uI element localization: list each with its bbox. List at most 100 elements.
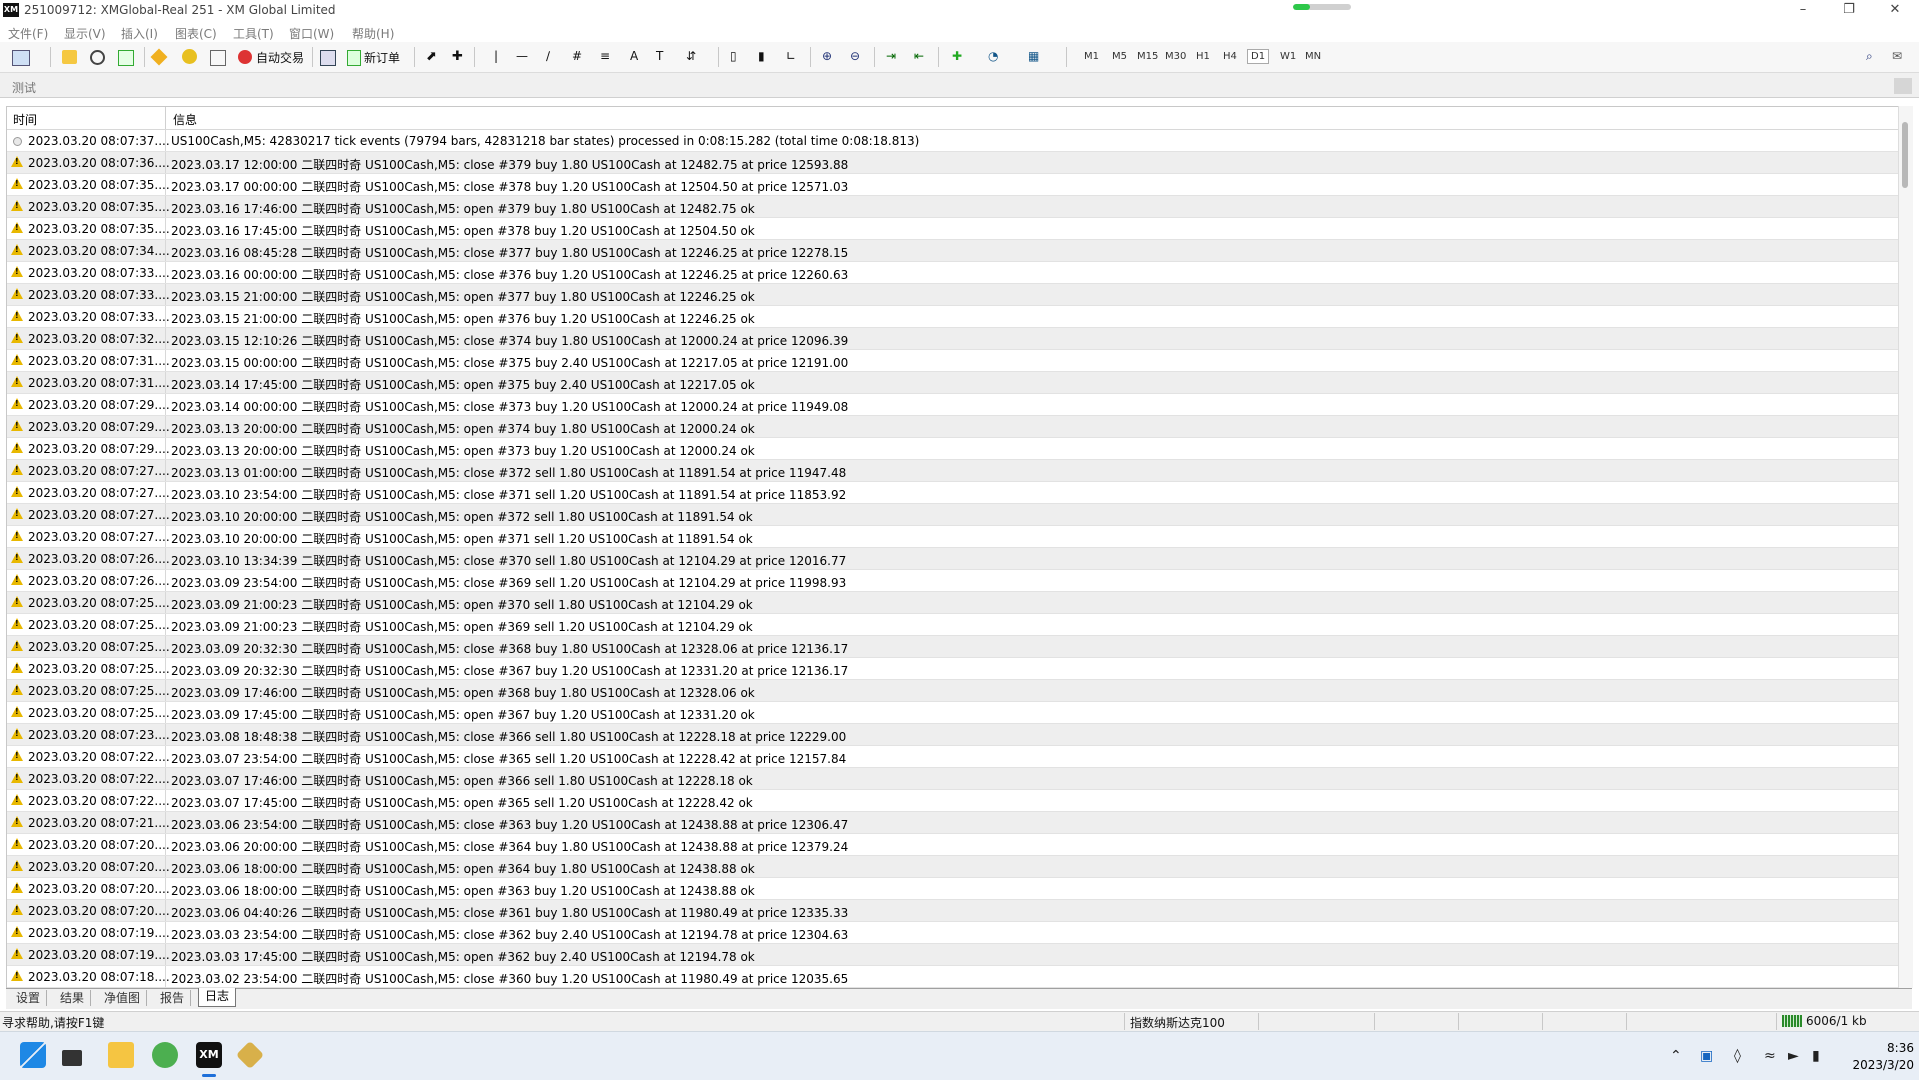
table-row[interactable]: 2023.03.20 08:07:35....2023.03.16 17:45:… xyxy=(7,218,1899,240)
autoscroll-icon[interactable]: ⇥ xyxy=(886,49,896,63)
table-row[interactable]: 2023.03.20 08:07:21....2023.03.06 23:54:… xyxy=(7,812,1899,834)
tab-equity-chart[interactable]: 净值图 xyxy=(98,990,148,1006)
table-row[interactable]: 2023.03.20 08:07:20....2023.03.06 18:00:… xyxy=(7,878,1899,900)
table-row[interactable]: 2023.03.20 08:07:33....2023.03.15 21:00:… xyxy=(7,306,1899,328)
indicators-icon[interactable]: ✚ xyxy=(952,49,962,63)
menu-tools[interactable]: 工具(T) xyxy=(233,25,274,42)
timeframe-m5[interactable]: M5 xyxy=(1112,51,1127,62)
profiles-icon[interactable] xyxy=(62,50,77,64)
table-row[interactable]: 2023.03.20 08:07:27....2023.03.10 20:00:… xyxy=(7,504,1899,526)
chart-shift-icon[interactable]: ⇤ xyxy=(914,49,924,63)
trendline-icon[interactable]: ∕ xyxy=(546,49,550,63)
menu-file[interactable]: 文件(F) xyxy=(8,25,48,42)
table-row[interactable]: 2023.03.20 08:07:31....2023.03.15 00:00:… xyxy=(7,350,1899,372)
tab-settings[interactable]: 设置 xyxy=(10,990,48,1006)
line-chart-icon[interactable]: ∟ xyxy=(786,49,796,63)
chat-icon[interactable]: ✉ xyxy=(1892,49,1902,63)
table-row[interactable]: 2023.03.20 08:07:35....2023.03.17 00:00:… xyxy=(7,174,1899,196)
table-row[interactable]: 2023.03.20 08:07:25....2023.03.09 21:00:… xyxy=(7,614,1899,636)
tab-results[interactable]: 结果 xyxy=(54,990,92,1006)
table-row[interactable]: 2023.03.20 08:07:19....2023.03.03 17:45:… xyxy=(7,944,1899,966)
volume-icon[interactable]: ► xyxy=(1788,1048,1799,1064)
table-row[interactable]: 2023.03.20 08:07:32....2023.03.15 12:10:… xyxy=(7,328,1899,350)
table-row[interactable]: 2023.03.20 08:07:22....2023.03.07 23:54:… xyxy=(7,746,1899,768)
table-row[interactable]: 2023.03.20 08:07:25....2023.03.09 20:32:… xyxy=(7,658,1899,680)
table-row[interactable]: 2023.03.20 08:07:25....2023.03.09 20:32:… xyxy=(7,636,1899,658)
table-row[interactable]: 2023.03.20 08:07:22....2023.03.07 17:45:… xyxy=(7,790,1899,812)
table-row[interactable]: 2023.03.20 08:07:33....2023.03.15 21:00:… xyxy=(7,284,1899,306)
table-row[interactable]: 2023.03.20 08:07:26....2023.03.09 23:54:… xyxy=(7,570,1899,592)
strategy-tester-icon[interactable] xyxy=(210,50,226,66)
timeframe-m30[interactable]: M30 xyxy=(1165,51,1186,62)
task-view-icon[interactable] xyxy=(62,1050,82,1066)
start-icon[interactable] xyxy=(20,1042,46,1068)
timeframe-d1[interactable]: D1 xyxy=(1247,49,1270,64)
connection-status-icon[interactable] xyxy=(1782,1015,1802,1027)
clock-date[interactable]: 2023/3/20 xyxy=(1840,1058,1914,1072)
table-row[interactable]: 2023.03.20 08:07:33....2023.03.16 00:00:… xyxy=(7,262,1899,284)
table-row[interactable]: 2023.03.20 08:07:23....2023.03.08 18:48:… xyxy=(7,724,1899,746)
table-row[interactable]: 2023.03.20 08:07:29....2023.03.13 20:00:… xyxy=(7,416,1899,438)
templates-icon[interactable]: ▦ xyxy=(1028,49,1039,63)
autotrade-button[interactable]: 自动交易 xyxy=(256,49,304,66)
table-row[interactable]: 2023.03.20 08:07:36....2023.03.17 12:00:… xyxy=(7,152,1899,174)
table-row[interactable]: 2023.03.20 08:07:29....2023.03.14 00:00:… xyxy=(7,394,1899,416)
history-icon[interactable] xyxy=(320,50,336,66)
table-row[interactable]: 2023.03.20 08:07:19....2023.03.03 23:54:… xyxy=(7,922,1899,944)
tab-report[interactable]: 报告 xyxy=(154,990,192,1006)
horizontal-line-icon[interactable]: — xyxy=(516,49,528,63)
column-header-message[interactable]: 信息 xyxy=(173,111,197,128)
minimize-button[interactable]: – xyxy=(1780,0,1826,22)
clock-time[interactable]: 8:36 xyxy=(1880,1041,1914,1055)
menu-charts[interactable]: 图表(C) xyxy=(175,25,217,42)
timeframe-w1[interactable]: W1 xyxy=(1280,51,1296,62)
cursor-icon[interactable]: ⬈ xyxy=(426,49,437,64)
crosshair-icon[interactable] xyxy=(90,50,105,65)
crosshair-tool-icon[interactable]: ✚ xyxy=(452,49,463,64)
menu-help[interactable]: 帮助(H) xyxy=(352,25,394,42)
zoom-out-icon[interactable]: ⊖ xyxy=(850,49,860,63)
table-row[interactable]: 2023.03.20 08:07:20....2023.03.06 18:00:… xyxy=(7,856,1899,878)
close-button[interactable]: ✕ xyxy=(1872,0,1918,22)
panel-close-button[interactable] xyxy=(1894,78,1912,94)
timeframe-h1[interactable]: H1 xyxy=(1196,51,1210,62)
menu-insert[interactable]: 插入(I) xyxy=(121,25,158,42)
timeframe-m15[interactable]: M15 xyxy=(1137,51,1158,62)
tray-expand-icon[interactable]: ⌃ xyxy=(1670,1048,1682,1064)
periods-icon[interactable]: ◔ xyxy=(988,49,998,63)
zoom-in-icon[interactable]: ⊕ xyxy=(822,49,832,63)
column-header-time[interactable]: 时间 xyxy=(13,111,37,128)
timeframe-mn[interactable]: MN xyxy=(1305,51,1321,62)
table-row[interactable]: 2023.03.20 08:07:20....2023.03.06 04:40:… xyxy=(7,900,1899,922)
bar-chart-icon[interactable]: ▯ xyxy=(730,49,737,63)
scrollbar-thumb[interactable] xyxy=(1902,122,1908,188)
tab-journal[interactable]: 日志 xyxy=(198,988,237,1007)
table-row[interactable]: 2023.03.20 08:07:25....2023.03.09 17:45:… xyxy=(7,702,1899,724)
table-row[interactable]: 2023.03.20 08:07:35....2023.03.16 17:46:… xyxy=(7,196,1899,218)
candlestick-icon[interactable]: ▮ xyxy=(758,49,765,63)
table-row[interactable]: 2023.03.20 08:07:31....2023.03.14 17:45:… xyxy=(7,372,1899,394)
new-order-icon[interactable] xyxy=(347,50,361,66)
browser-icon[interactable] xyxy=(152,1042,178,1068)
fibonacci-icon[interactable]: ≡ xyxy=(600,49,610,63)
arrows-icon[interactable]: ⇵ xyxy=(686,49,696,63)
battery-icon[interactable]: ▮ xyxy=(1812,1048,1820,1064)
search-icon[interactable]: ⌕ xyxy=(1866,49,1873,64)
table-row[interactable]: 2023.03.20 08:07:34....2023.03.16 08:45:… xyxy=(7,240,1899,262)
column-divider[interactable] xyxy=(165,107,166,129)
data-window-icon[interactable] xyxy=(182,49,197,64)
table-row[interactable]: 2023.03.20 08:07:27....2023.03.10 23:54:… xyxy=(7,482,1899,504)
table-row[interactable]: 2023.03.20 08:07:22....2023.03.07 17:46:… xyxy=(7,768,1899,790)
vertical-scrollbar[interactable] xyxy=(1898,106,1913,988)
table-row[interactable]: 2023.03.20 08:07:37.... US100Cash,M5: 428… xyxy=(7,130,1899,152)
vertical-line-icon[interactable]: | xyxy=(494,49,498,63)
new-chart-icon[interactable] xyxy=(12,50,30,66)
xm-terminal-icon[interactable]: XM xyxy=(196,1042,222,1068)
wifi-icon[interactable]: ≈ xyxy=(1764,1048,1776,1064)
menu-view[interactable]: 显示(V) xyxy=(64,25,106,42)
menu-window[interactable]: 窗口(W) xyxy=(289,25,334,42)
tray-app-icon[interactable]: ▣ xyxy=(1700,1048,1713,1064)
table-row[interactable]: 2023.03.20 08:07:29....2023.03.13 20:00:… xyxy=(7,438,1899,460)
table-row[interactable]: 2023.03.20 08:07:18....2023.03.02 23:54:… xyxy=(7,966,1899,988)
maximize-button[interactable]: ❐ xyxy=(1826,0,1872,22)
